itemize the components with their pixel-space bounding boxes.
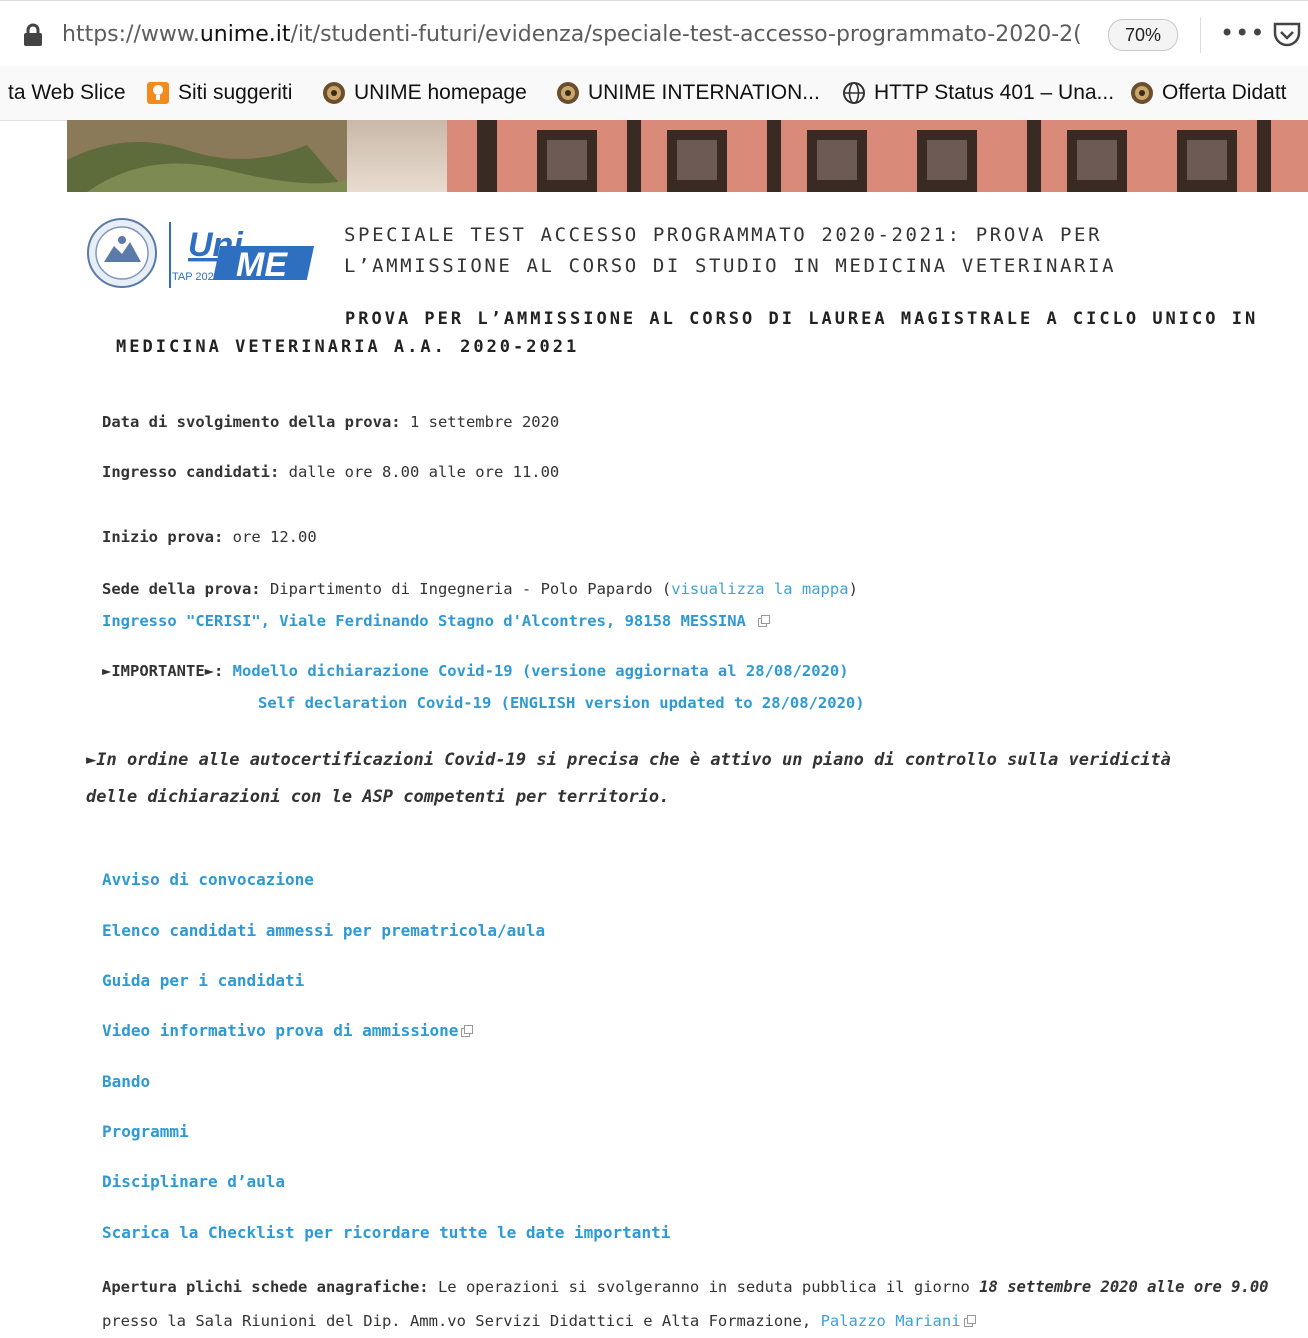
- bookmark-label: UNIME homepage: [354, 81, 527, 104]
- start-time-label: Inizio prova:: [102, 528, 224, 546]
- page-actions-menu-icon[interactable]: •••: [1220, 19, 1265, 47]
- unime-favicon-icon: [1131, 82, 1153, 104]
- logo-tag-text: TAP 2020-21: [172, 271, 236, 283]
- covid-declaration-en-link[interactable]: Self declaration Covid-19 (ENGLISH versi…: [258, 694, 865, 712]
- link-elenco-candidati[interactable]: Elenco candidati ammessi per prematricol…: [102, 921, 545, 940]
- link-guida-candidati[interactable]: Guida per i candidati: [102, 971, 304, 990]
- bookmark-label: Offerta Didatt: [1162, 81, 1287, 104]
- link-disciplinare-aula[interactable]: Disciplinare d’aula: [102, 1172, 285, 1191]
- opening-text: Le operazioni si svolgeranno in seduta p…: [428, 1278, 980, 1296]
- bookmark-http-status[interactable]: HTTP Status 401 – Una...: [842, 79, 1114, 107]
- bookmark-unime-international[interactable]: UNIME INTERNATION...: [556, 79, 820, 107]
- link-programmi[interactable]: Programmi: [102, 1122, 189, 1141]
- exam-date-label: Data di svolgimento della prova:: [102, 413, 401, 431]
- section-subtitle: PROVA PER L’AMMISSIONE AL CORSO DI LAURE…: [116, 309, 1259, 357]
- bookmark-label: UNIME INTERNATION...: [588, 81, 820, 104]
- header-banner-image: [67, 120, 1308, 192]
- pocket-icon[interactable]: [1272, 21, 1302, 49]
- page-title-line: SPECIALE TEST ACCESSO PROGRAMMATO 2020-2…: [344, 224, 1103, 246]
- zoom-indicator[interactable]: 70%: [1108, 19, 1178, 51]
- palazzo-mariani-link[interactable]: Palazzo Mariani: [821, 1312, 961, 1330]
- covid-declaration-link[interactable]: Modello dichiarazione Covid-19 (versione…: [233, 662, 849, 680]
- link-video-label: Video informativo prova di ammissione: [102, 1021, 459, 1040]
- entry-time: Ingresso candidati: dalle ore 8.00 alle …: [102, 463, 559, 481]
- lock-icon: [24, 23, 42, 46]
- bookmark-offerta-didattica[interactable]: Offerta Didatt: [1130, 79, 1287, 107]
- link-checklist[interactable]: Scarica la Checklist per ricordare tutte…: [102, 1223, 670, 1242]
- external-link-icon: [963, 1315, 976, 1327]
- unime-favicon-icon: [323, 82, 345, 104]
- entry-time-label: Ingresso candidati:: [102, 463, 280, 481]
- url-text[interactable]: https://www.unime.it/it/studenti-futuri/…: [62, 20, 1092, 50]
- bookmark-unime-homepage[interactable]: UNIME homepage: [322, 79, 527, 107]
- exam-venue: Sede della prova: Dipartimento di Ingegn…: [102, 580, 858, 598]
- bookmark-siti-suggeriti[interactable]: Siti suggeriti: [146, 79, 292, 107]
- unime-favicon-icon: [557, 82, 579, 104]
- page-title-line: L’AMMISSIONE AL CORSO DI STUDIO IN MEDIC…: [344, 255, 1117, 277]
- page-title: SPECIALE TEST ACCESSO PROGRAMMATO 2020-2…: [344, 220, 1244, 282]
- exam-date: Data di svolgimento della prova: 1 sette…: [102, 413, 559, 431]
- exam-date-value: 1 settembre 2020: [400, 413, 560, 431]
- view-map-link[interactable]: visualizza la mappa: [671, 580, 848, 598]
- venue-value: Dipartimento di Ingegneria - Polo Papard…: [260, 580, 672, 598]
- venue-address-link[interactable]: Ingresso "CERISI", Viale Ferdinando Stag…: [102, 612, 746, 630]
- bookmark-label: Siti suggeriti: [178, 81, 293, 104]
- suggested-sites-icon: [147, 82, 169, 104]
- toolbar-separator: [1200, 17, 1201, 53]
- logo-me-text: ME: [236, 246, 288, 284]
- opening-label: Apertura plichi schede anagrafiche:: [102, 1278, 429, 1296]
- link-bando[interactable]: Bando: [102, 1072, 150, 1091]
- opening-date: 18 settembre 2020 alle ore 9.00: [979, 1278, 1269, 1296]
- unime-logo: Uni ME TAP 2020-21: [87, 218, 315, 288]
- covid-declaration-en: Self declaration Covid-19 (ENGLISH versi…: [258, 694, 865, 712]
- entry-time-value: dalle ore 8.00 alle ore 11.00: [279, 463, 560, 481]
- external-link-icon: [758, 615, 771, 627]
- venue-close-paren: ): [848, 580, 858, 598]
- bookmark-label: ta Web Slice: [8, 81, 126, 104]
- venue-label: Sede della prova:: [102, 580, 261, 598]
- covid-self-certification-note: ►In ordine alle autocertificazioni Covid…: [86, 750, 1171, 807]
- external-link-icon: [461, 1025, 474, 1037]
- bookmarks-toolbar: ta Web Slice Siti suggeriti UNIME homepa…: [0, 66, 1308, 121]
- link-video-informativo[interactable]: Video informativo prova di ammissione: [102, 1021, 474, 1040]
- address-bar[interactable]: https://www.unime.it/it/studenti-futuri/…: [0, 0, 1308, 67]
- globe-icon: [843, 82, 865, 104]
- start-time-value: ore 12.00: [223, 528, 317, 546]
- important-notice: ►IMPORTANTE►: Modello dichiarazione Covi…: [102, 662, 849, 680]
- link-avviso-convocazione[interactable]: Avviso di convocazione: [102, 870, 314, 889]
- opening-envelopes-notice: Apertura plichi schede anagrafiche: Le o…: [102, 1270, 1292, 1338]
- bookmark-web-slice[interactable]: ta Web Slice: [8, 79, 126, 107]
- important-label: ►IMPORTANTE►:: [102, 662, 224, 680]
- bookmark-label: HTTP Status 401 – Una...: [874, 81, 1115, 104]
- opening-place: presso la Sala Riunioni del Dip. Amm.vo …: [102, 1312, 821, 1330]
- start-time: Inizio prova: ore 12.00: [102, 528, 317, 546]
- venue-address: Ingresso "CERISI", Viale Ferdinando Stag…: [102, 612, 771, 630]
